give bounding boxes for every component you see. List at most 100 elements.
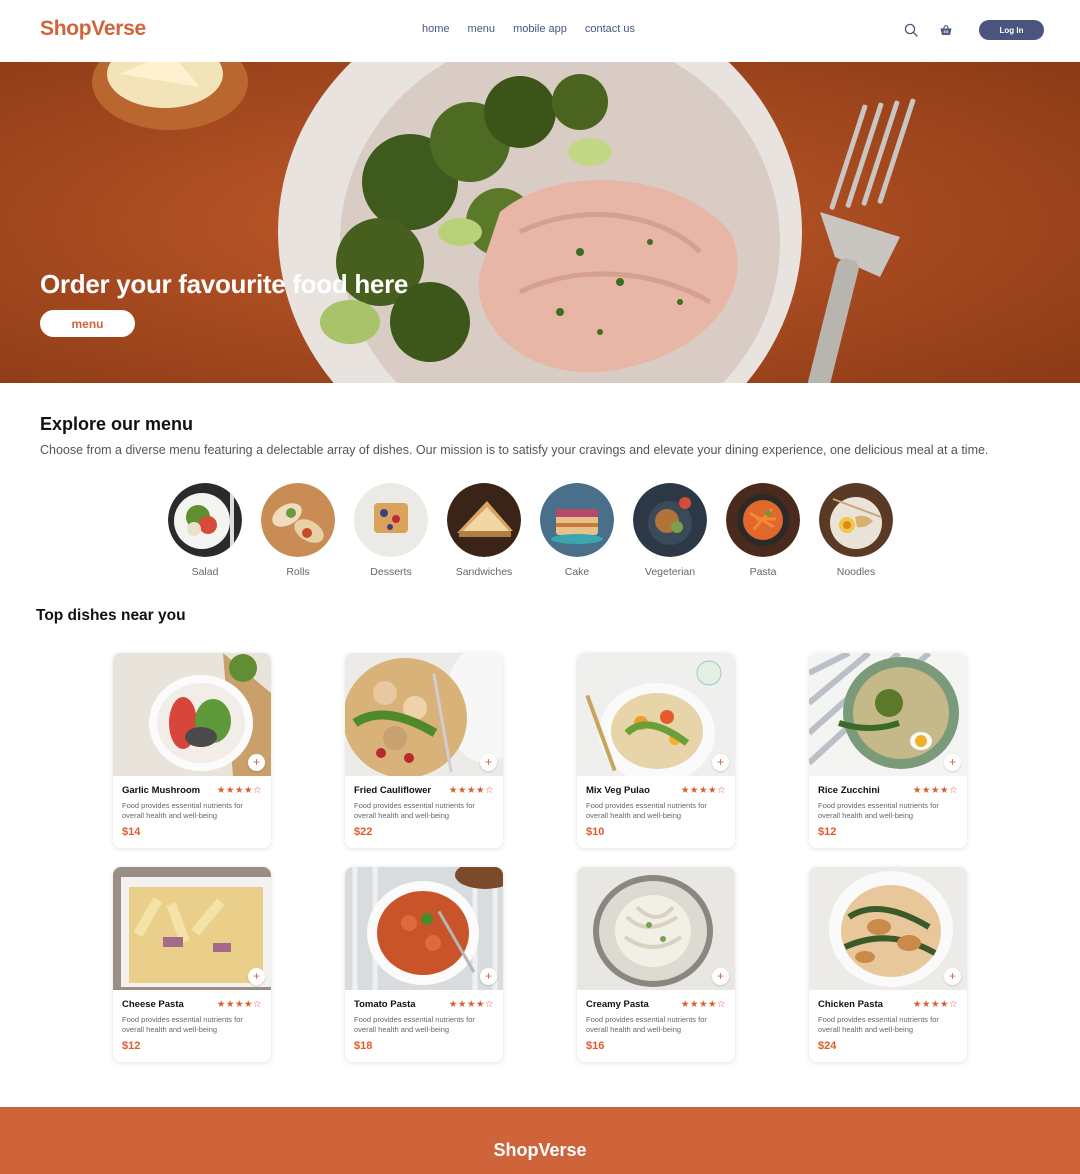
dish-name: Cheese Pasta <box>122 999 184 1010</box>
dish-name: Mix Veg Pulao <box>586 785 650 796</box>
hero-banner: Order your favourite food here menu <box>0 62 1080 383</box>
star-rating-icon: ★★★★☆ <box>448 999 494 1010</box>
category-rolls[interactable]: Rolls <box>261 483 354 578</box>
dish-price: $18 <box>354 1040 373 1052</box>
dish-image[interactable]: + <box>809 867 967 990</box>
dish-description: Food provides essential nutrients for ov… <box>354 801 475 820</box>
nav-actions: Log In <box>903 20 1044 40</box>
search-icon[interactable] <box>903 22 919 38</box>
nav-link-mobile-app[interactable]: mobile app <box>513 23 567 35</box>
dish-card[interactable]: + Fried Cauliflower ★★★★☆ Food provides … <box>345 653 503 848</box>
dish-description: Food provides essential nutrients for ov… <box>818 1015 939 1034</box>
top-nav: ShopVerse home menu mobile app contact u… <box>0 0 1080 62</box>
dish-name: Creamy Pasta <box>586 999 649 1010</box>
explore-title: Explore our menu <box>40 414 194 434</box>
dish-price: $22 <box>354 826 373 838</box>
dish-price: $16 <box>586 1040 605 1052</box>
dish-image[interactable]: + <box>113 867 271 990</box>
add-to-cart-button[interactable]: + <box>480 968 497 985</box>
dish-image[interactable]: + <box>809 653 967 776</box>
category-desserts[interactable]: Desserts <box>354 483 447 578</box>
category-label: Cake <box>564 566 590 578</box>
star-rating-icon: ★★★★☆ <box>680 999 726 1010</box>
dish-price: $14 <box>122 826 141 838</box>
category-image[interactable] <box>354 483 428 557</box>
dish-name: Chicken Pasta <box>818 999 883 1010</box>
explore-description: Choose from a diverse menu featuring a d… <box>40 443 989 457</box>
category-image[interactable] <box>819 483 893 557</box>
star-rating-icon: ★★★★☆ <box>216 999 262 1010</box>
star-rating-icon: ★★★★☆ <box>216 785 262 796</box>
add-to-cart-button[interactable]: + <box>480 754 497 771</box>
dish-description: Food provides essential nutrients for ov… <box>122 801 243 820</box>
category-image[interactable] <box>168 483 242 557</box>
category-label: Sandwiches <box>455 566 513 578</box>
basket-icon[interactable] <box>938 22 954 38</box>
star-rating-icon: ★★★★☆ <box>912 785 958 796</box>
dish-card[interactable]: + Rice Zucchini ★★★★☆ Food provides esse… <box>809 653 967 848</box>
add-to-cart-button[interactable]: + <box>712 968 729 985</box>
category-cake[interactable]: Cake <box>540 483 633 578</box>
dish-name: Tomato Pasta <box>354 999 416 1010</box>
category-noodles[interactable]: Noodles <box>819 483 912 578</box>
dish-card[interactable]: + Tomato Pasta ★★★★☆ Food provides essen… <box>345 867 503 1062</box>
hero-title: Order your favourite food here <box>40 269 409 299</box>
add-to-cart-button[interactable]: + <box>712 754 729 771</box>
dish-card[interactable]: + Creamy Pasta ★★★★☆ Food provides essen… <box>577 867 735 1062</box>
category-image[interactable] <box>726 483 800 557</box>
dish-image[interactable]: + <box>577 867 735 990</box>
category-image[interactable] <box>633 483 707 557</box>
dish-card[interactable]: + Chicken Pasta ★★★★☆ Food provides esse… <box>809 867 967 1062</box>
category-list: Salad Rolls Desserts Sandwiches Cake Veg… <box>168 483 912 578</box>
star-rating-icon: ★★★★☆ <box>912 999 958 1010</box>
nav-link-menu[interactable]: menu <box>468 23 496 35</box>
category-image[interactable] <box>261 483 335 557</box>
dish-price: $10 <box>586 826 605 838</box>
dish-price: $24 <box>818 1040 837 1052</box>
add-to-cart-button[interactable]: + <box>944 754 961 771</box>
add-to-cart-button[interactable]: + <box>248 968 265 985</box>
category-label: Salad <box>191 566 219 578</box>
nav-links: home menu mobile app contact us <box>422 23 653 35</box>
star-rating-icon: ★★★★☆ <box>448 785 494 796</box>
dish-description: Food provides essential nutrients for ov… <box>354 1015 475 1034</box>
category-vegeterian[interactable]: Vegeterian <box>633 483 726 578</box>
star-rating-icon: ★★★★☆ <box>680 785 726 796</box>
nav-link-home[interactable]: home <box>422 23 450 35</box>
category-salad[interactable]: Salad <box>168 483 261 578</box>
category-label: Rolls <box>286 566 310 578</box>
dish-name: Rice Zucchini <box>818 785 880 796</box>
dish-description: Food provides essential nutrients for ov… <box>818 801 939 820</box>
nav-link-contact-us[interactable]: contact us <box>585 23 635 35</box>
category-pasta[interactable]: Pasta <box>726 483 819 578</box>
footer-logo: ShopVerse <box>493 1140 587 1160</box>
top-dishes-title: Top dishes near you <box>36 607 186 624</box>
category-sandwiches[interactable]: Sandwiches <box>447 483 540 578</box>
hero-menu-button[interactable]: menu <box>40 310 135 337</box>
add-to-cart-button[interactable]: + <box>248 754 265 771</box>
dish-card[interactable]: + Mix Veg Pulao ★★★★☆ Food provides esse… <box>577 653 735 848</box>
dish-price: $12 <box>122 1040 141 1052</box>
dish-grid: + Garlic Mushroom ★★★★☆ Food provides es… <box>113 653 967 1062</box>
dish-image[interactable]: + <box>345 867 503 990</box>
category-label: Noodles <box>836 566 876 578</box>
dish-card[interactable]: + Garlic Mushroom ★★★★☆ Food provides es… <box>113 653 271 848</box>
dish-description: Food provides essential nutrients for ov… <box>586 1015 707 1034</box>
category-label: Vegeterian <box>644 566 696 578</box>
category-image[interactable] <box>447 483 521 557</box>
login-button[interactable]: Log In <box>979 20 1044 40</box>
brand-logo[interactable]: ShopVerse <box>40 17 146 41</box>
dish-image[interactable]: + <box>113 653 271 776</box>
dish-price: $12 <box>818 826 837 838</box>
hero-image <box>0 62 1080 383</box>
dish-card[interactable]: + Cheese Pasta ★★★★☆ Food provides essen… <box>113 867 271 1062</box>
dish-image[interactable]: + <box>577 653 735 776</box>
dish-name: Garlic Mushroom <box>122 785 201 796</box>
dish-name: Fried Cauliflower <box>354 785 432 796</box>
add-to-cart-button[interactable]: + <box>944 968 961 985</box>
category-label: Pasta <box>749 566 777 578</box>
footer: ShopVerse <box>0 1107 1080 1174</box>
dish-description: Food provides essential nutrients for ov… <box>122 1015 243 1034</box>
dish-image[interactable]: + <box>345 653 503 776</box>
category-image[interactable] <box>540 483 614 557</box>
